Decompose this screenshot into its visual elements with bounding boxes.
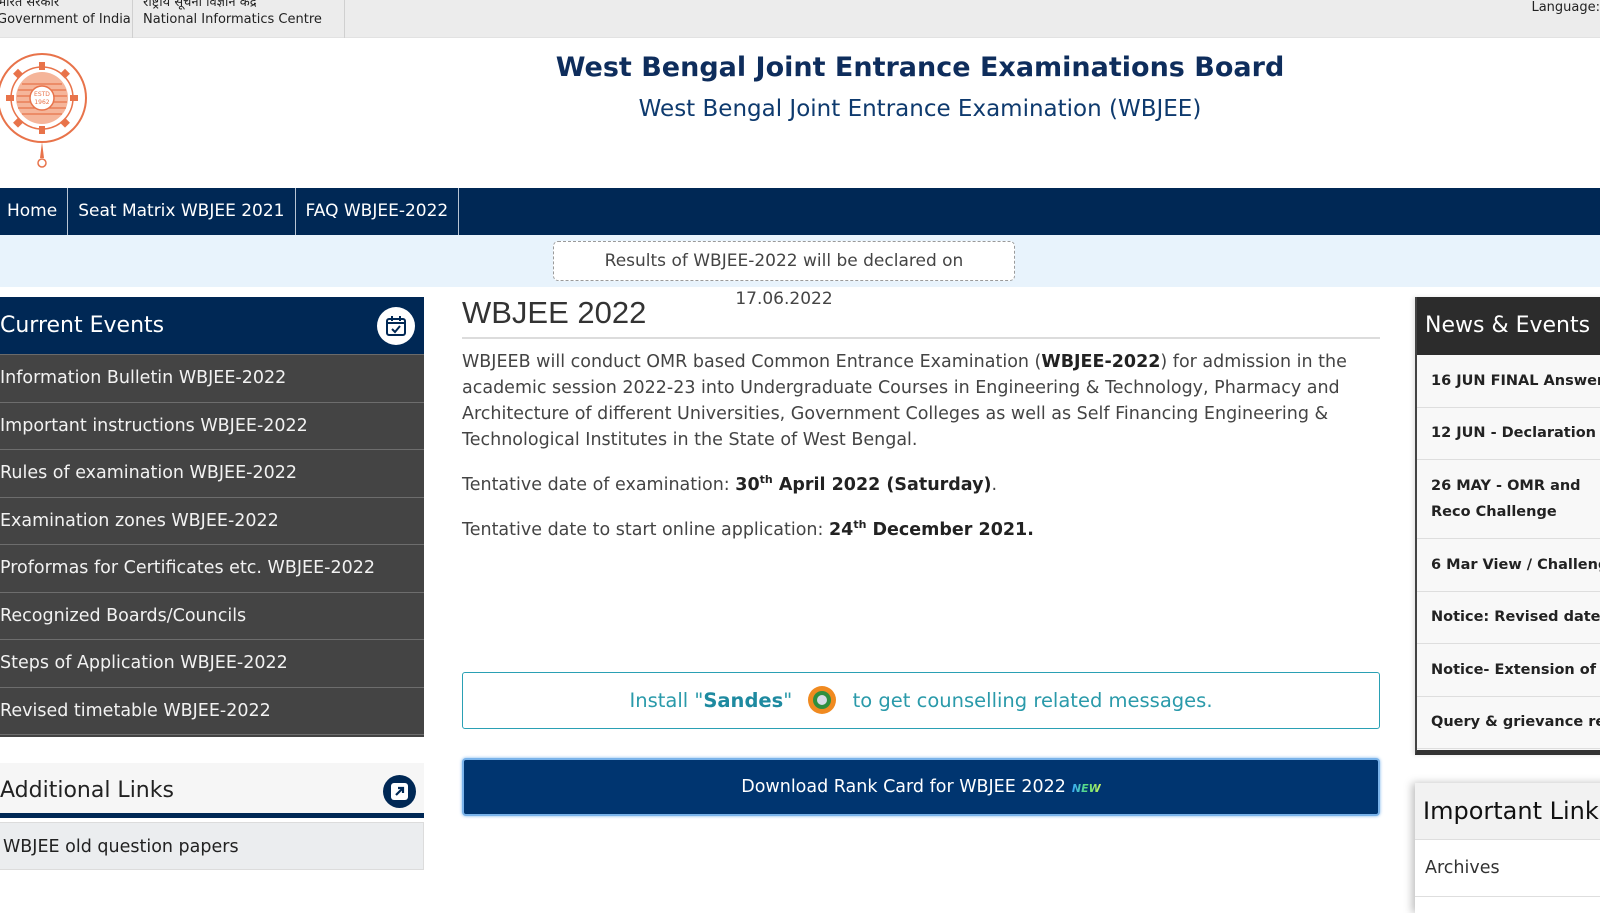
main-content: WBJEE 2022 WBJEEB will conduct OMR based… [462, 295, 1380, 543]
news-item[interactable]: Notice: Revised date of [1417, 592, 1600, 644]
nav-home[interactable]: Home [0, 188, 69, 235]
current-event-item[interactable]: Important instructions WBJEE-2022 [0, 403, 424, 450]
current-event-item[interactable]: Revised timetable WBJEE-2022 [0, 688, 424, 735]
gov-top-bar: भारत सरकार Government of India राष्ट्रीय… [0, 0, 1600, 38]
rank-card-label: Download Rank Card for WBJEE 2022 [741, 777, 1066, 797]
app-date-value: December 2021. [866, 519, 1034, 540]
current-event-item[interactable]: Information Bulletin WBJEE-2022 [0, 355, 424, 403]
important-links-title: Important Links [1415, 783, 1600, 840]
news-item[interactable]: 26 MAY - OMR and Reco Challenge [1417, 460, 1600, 539]
exam-date-value: April 2022 (Saturday) [772, 474, 992, 495]
gov-india-link[interactable]: भारत सरकार Government of India [0, 0, 133, 38]
app-date-day: 24 [828, 519, 854, 540]
news-events-title: News & Events [1417, 297, 1600, 355]
language-selector[interactable]: Language: [1531, 0, 1600, 15]
exam-date-end: . [991, 474, 998, 495]
news-events-panel: News & Events 16 JUN FINAL Answer key 12… [1415, 297, 1600, 755]
nic-english: National Informatics Centre [143, 12, 322, 27]
news-item[interactable]: Query & grievance redr [1417, 697, 1600, 749]
main-nav: Home Seat Matrix WBJEE 2021 FAQ WBJEE-20… [0, 188, 1600, 235]
intro-paragraph: WBJEEB will conduct OMR based Common Ent… [462, 349, 1380, 453]
current-event-item[interactable]: Proformas for Certificates etc. WBJEE-20… [0, 545, 424, 593]
download-rank-card-button[interactable]: Download Rank Card for WBJEE 2022 NEW [462, 758, 1380, 816]
external-link-icon [383, 775, 416, 808]
sandes-app-name: Sandes [703, 689, 784, 712]
nav-faq[interactable]: FAQ WBJEE-2022 [296, 188, 460, 235]
current-events-title: Current Events [0, 313, 165, 338]
gov-india-hindi: भारत सरकार [0, 0, 60, 10]
results-announcement[interactable]: Results of WBJEE-2022 will be declared o… [553, 241, 1015, 309]
nav-seat-matrix[interactable]: Seat Matrix WBJEE 2021 [68, 188, 296, 235]
exam-date-line: Tentative date of examination: 30th Apri… [462, 467, 1380, 498]
current-events-header: Current Events [0, 297, 424, 355]
intro-bold: WBJEE-2022 [1041, 352, 1161, 372]
sandes-prefix: Install " [629, 689, 704, 712]
news-item[interactable]: Notice- Extension of las [1417, 644, 1600, 697]
current-events-panel: Current Events Information Bulletin WBJE… [0, 297, 424, 737]
sandes-install-banner[interactable]: Install "Sandes" to get counselling rela… [462, 672, 1380, 729]
exam-date-label: Tentative date of examination: [462, 474, 736, 495]
exam-date-sup: th [759, 473, 773, 486]
sandes-app-icon [808, 685, 837, 714]
gov-india-english: Government of India [0, 12, 131, 27]
current-event-item[interactable]: Recognized Boards/Councils [0, 593, 424, 640]
additional-links-title: Additional Links [0, 778, 174, 803]
nic-hindi: राष्ट्रीय सूचना विज्ञान केंद्र [143, 0, 257, 10]
sandes-quote: " [783, 689, 793, 712]
news-item[interactable]: 12 JUN - Declaration of [1417, 408, 1600, 460]
current-event-item[interactable]: Rules of examination WBJEE-2022 [0, 450, 424, 498]
important-links-panel: Important Links Archives [1415, 783, 1600, 913]
exam-date-day: 30 [735, 474, 760, 495]
app-date-label: Tentative date to start online applicati… [462, 519, 829, 540]
current-event-item[interactable]: Examination zones WBJEE-2022 [0, 498, 424, 545]
sandes-message: to get counselling related messages. [852, 689, 1213, 712]
additional-links-header: Additional Links [0, 763, 424, 818]
intro-text: WBJEEB will conduct OMR based Common Ent… [462, 352, 1042, 372]
news-item[interactable]: 6 Mar View / Challenge [1417, 539, 1600, 592]
calendar-check-icon [377, 307, 415, 345]
new-badge: NEW [1071, 782, 1101, 795]
nic-link[interactable]: राष्ट्रीय सूचना विज्ञान केंद्र National … [133, 0, 345, 38]
additional-link-item[interactable]: WBJEE old question papers [0, 822, 424, 870]
additional-links-panel: Additional Links WBJEE old question pape… [0, 763, 424, 870]
site-title: West Bengal Joint Entrance Examinations … [555, 52, 1285, 83]
main-title: WBJEE 2022 [462, 295, 1380, 339]
app-date-sup: th [853, 517, 867, 531]
important-link-item[interactable]: Archives [1415, 840, 1600, 897]
site-subtitle: West Bengal Joint Entrance Examination (… [638, 96, 1202, 122]
application-date-line: Tentative date to start online applicati… [462, 512, 1380, 543]
current-event-item[interactable]: Steps of Application WBJEE-2022 [0, 640, 424, 688]
news-item[interactable]: 16 JUN FINAL Answer key [1417, 355, 1600, 408]
